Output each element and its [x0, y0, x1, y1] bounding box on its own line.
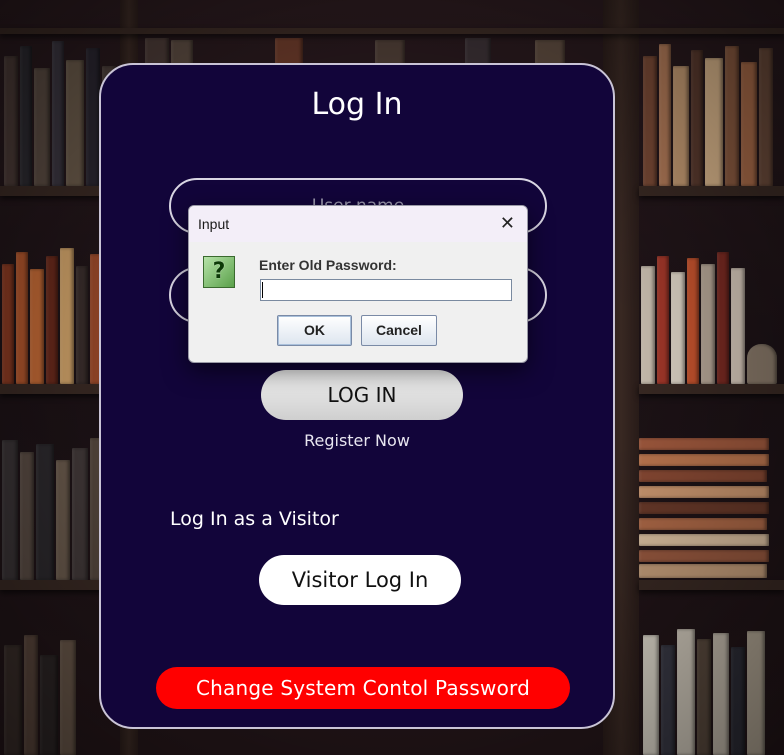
cancel-button[interactable]: Cancel [361, 315, 437, 346]
register-link[interactable]: Register Now [101, 431, 613, 450]
ok-button[interactable]: OK [277, 315, 352, 346]
question-icon: ? [203, 256, 235, 288]
input-dialog: Input ✕ ? Enter Old Password: OK Cancel [188, 205, 528, 363]
login-card: Log In User name LOG IN Register Now Log… [99, 63, 615, 729]
login-button[interactable]: LOG IN [261, 370, 463, 420]
change-password-button[interactable]: Change System Contol Password [156, 667, 570, 709]
visitor-login-button[interactable]: Visitor Log In [259, 555, 461, 605]
page-title: Log In [311, 87, 403, 122]
old-password-input[interactable] [260, 279, 512, 301]
visitor-label: Log In as a Visitor [170, 508, 339, 530]
close-icon[interactable]: ✕ [500, 213, 515, 234]
dialog-title: Input [198, 216, 230, 232]
dialog-titlebar[interactable]: Input ✕ [189, 206, 527, 242]
text-caret [262, 282, 263, 298]
dialog-prompt: Enter Old Password: [259, 257, 397, 273]
